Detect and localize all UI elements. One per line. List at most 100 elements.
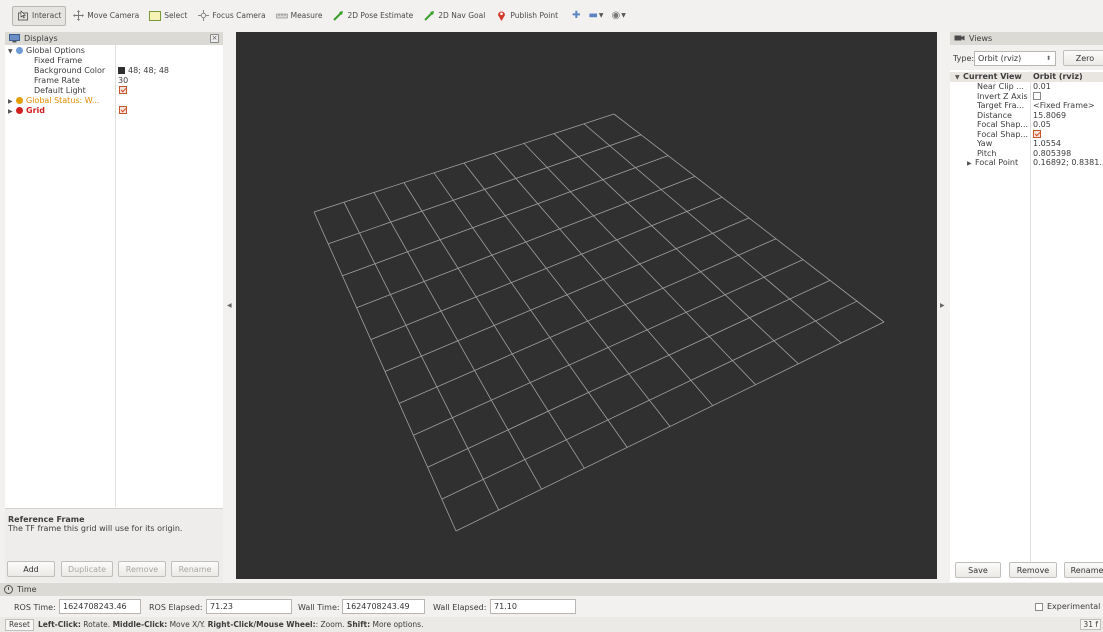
green-arrow-icon xyxy=(332,10,344,22)
current-view-label: Current View xyxy=(963,72,1022,81)
experimental-checkbox[interactable]: Experimental xyxy=(1035,602,1100,611)
view-prop-label[interactable]: ▶ Focal Point xyxy=(967,158,1018,169)
rename-display-button[interactable]: Rename xyxy=(171,561,219,577)
right-splitter[interactable]: ▶ xyxy=(937,32,949,579)
tree-row-background-color[interactable]: Background Color xyxy=(34,66,105,76)
view-type-select[interactable]: Orbit (rviz) ⬍ xyxy=(974,51,1056,66)
move-camera-button[interactable]: Move Camera xyxy=(68,6,143,26)
tree-row-current-view[interactable]: ▼ Current View xyxy=(955,72,1022,83)
wall-elapsed-field[interactable]: 71.10 xyxy=(490,599,576,614)
grid-line xyxy=(384,217,750,372)
select-label: Select xyxy=(164,11,188,20)
move-camera-label: Move Camera xyxy=(87,11,140,20)
duplicate-display-button[interactable]: Duplicate xyxy=(61,561,113,577)
view-prop-value[interactable]: 0.16892; 0.8381... xyxy=(1033,158,1103,168)
grid-line xyxy=(455,321,885,532)
collapse-left-icon: ◀ xyxy=(227,302,232,309)
focus-camera-button[interactable]: Focus Camera xyxy=(193,6,269,26)
left-splitter[interactable]: ◀ xyxy=(224,32,236,579)
view-prop-value[interactable]: 0.01 xyxy=(1033,82,1051,92)
default-light-label: Default Light xyxy=(34,86,86,95)
views-tree: ▼ Current View Orbit (rviz) Near Clip ...… xyxy=(950,72,1103,272)
cursor-icon xyxy=(17,10,29,22)
remove-view-button[interactable]: Remove xyxy=(1009,562,1057,578)
frame-rate-value[interactable]: 30 xyxy=(118,76,128,86)
view-prop-label[interactable]: Focal Shap... xyxy=(977,130,1028,140)
views-panel: Views Type: Orbit (rviz) ⬍ Zero ▼ Current… xyxy=(950,32,1103,582)
ros-time-label: ROS Time: xyxy=(14,603,56,612)
checkbox-icon xyxy=(1033,91,1041,100)
remove-display-button[interactable]: Remove xyxy=(118,561,166,577)
view-prop-label[interactable]: Pitch xyxy=(977,149,996,159)
publish-point-button[interactable]: Publish Point xyxy=(491,6,562,26)
tree-row-global-options[interactable]: ▼ Global Options xyxy=(8,46,85,57)
reset-button[interactable]: Reset xyxy=(5,618,34,631)
views-panel-header: Views xyxy=(950,32,1103,45)
globe-icon xyxy=(16,47,23,54)
view-prop-label[interactable]: Invert Z Axis xyxy=(977,92,1028,102)
pose-estimate-button[interactable]: 2D Pose Estimate xyxy=(328,6,417,26)
wall-time-field[interactable]: 1624708243.49 xyxy=(342,599,425,614)
chevron-down-icon: ▼ xyxy=(598,12,604,19)
view-prop-label[interactable]: Focal Shap... xyxy=(977,120,1028,130)
remove-tool-dropdown[interactable]: ▬ ▼ xyxy=(588,10,603,21)
tree-row-default-light[interactable]: Default Light xyxy=(34,86,86,96)
zero-view-button[interactable]: Zero xyxy=(1063,50,1103,66)
view-prop-value[interactable] xyxy=(1033,129,1041,140)
tree-row-global-status[interactable]: ▶ Global Status: W... xyxy=(8,96,99,107)
checkmark-icon xyxy=(119,86,127,94)
global-status-label: Global Status: W... xyxy=(26,96,100,105)
view-prop-value[interactable] xyxy=(1033,91,1041,102)
view-prop-label[interactable]: Near Clip ... xyxy=(977,82,1024,92)
move-arrows-icon xyxy=(72,10,84,22)
ros-elapsed-field[interactable]: 71.23 xyxy=(206,599,292,614)
render-viewport[interactable] xyxy=(236,32,937,579)
grid-display xyxy=(313,113,885,532)
tree-row-fixed-frame[interactable]: Fixed Frame xyxy=(34,56,82,66)
add-display-button[interactable]: Add xyxy=(7,561,55,577)
grid-line xyxy=(413,259,804,436)
close-icon[interactable]: × xyxy=(210,34,219,43)
background-color-value[interactable]: 48; 48; 48 xyxy=(118,66,169,76)
pose-estimate-label: 2D Pose Estimate xyxy=(347,11,414,20)
views-title: Views xyxy=(969,34,993,43)
add-tool-button[interactable]: ✚ xyxy=(572,10,580,21)
displays-panel-header: Displays × xyxy=(5,32,223,45)
tree-row-frame-rate[interactable]: Frame Rate xyxy=(34,76,80,86)
help-text: Left-Click: Rotate. Middle-Click: Move X… xyxy=(37,620,424,629)
time-title: Time xyxy=(17,585,37,594)
rename-view-button[interactable]: Rename xyxy=(1064,562,1103,578)
plus-icon: ✚ xyxy=(572,10,581,21)
focus-crosshair-icon xyxy=(197,10,209,22)
view-prop-value[interactable]: 0.805398 xyxy=(1033,149,1071,159)
view-prop-value[interactable]: <Fixed Frame> xyxy=(1033,101,1095,111)
tree-row-grid[interactable]: ▶ Grid xyxy=(8,106,45,117)
select-tool-button[interactable]: Select xyxy=(145,6,191,26)
grid-line xyxy=(523,143,756,385)
minus-icon: ▬ xyxy=(588,10,598,21)
grid-enabled-checkbox[interactable] xyxy=(119,106,127,116)
ros-time-field[interactable]: 1624708243.46 xyxy=(59,599,141,614)
ruler-icon xyxy=(275,10,288,22)
clock-icon xyxy=(4,585,13,594)
view-prop-value[interactable]: 0.05 xyxy=(1033,120,1051,130)
view-prop-label[interactable]: Yaw xyxy=(977,139,992,149)
fixed-frame-label: Fixed Frame xyxy=(34,56,83,65)
view-prop-label[interactable]: Target Fra... xyxy=(977,101,1024,111)
measure-tool-button[interactable]: Measure xyxy=(272,6,327,26)
default-light-checkbox[interactable] xyxy=(119,86,127,96)
checkbox-icon xyxy=(1035,602,1043,611)
view-prop-value[interactable]: 15.8069 xyxy=(1033,111,1066,121)
frame-rate-label: Frame Rate xyxy=(34,76,80,85)
view-prop-value[interactable]: 1.0554 xyxy=(1033,139,1061,149)
interact-tool-button[interactable]: Interact xyxy=(12,5,67,26)
wall-time-label: Wall Time: xyxy=(298,603,340,612)
interact-label: Interact xyxy=(32,11,62,20)
eye-icon: ◉ xyxy=(611,10,621,21)
view-prop-label[interactable]: Distance xyxy=(977,111,1012,121)
measure-label: Measure xyxy=(290,11,323,20)
nav-goal-label: 2D Nav Goal xyxy=(438,11,486,20)
nav-goal-button[interactable]: 2D Nav Goal xyxy=(419,6,489,26)
save-view-button[interactable]: Save xyxy=(955,562,1001,578)
camera-type-dropdown[interactable]: ◉ ▼ xyxy=(612,10,626,21)
